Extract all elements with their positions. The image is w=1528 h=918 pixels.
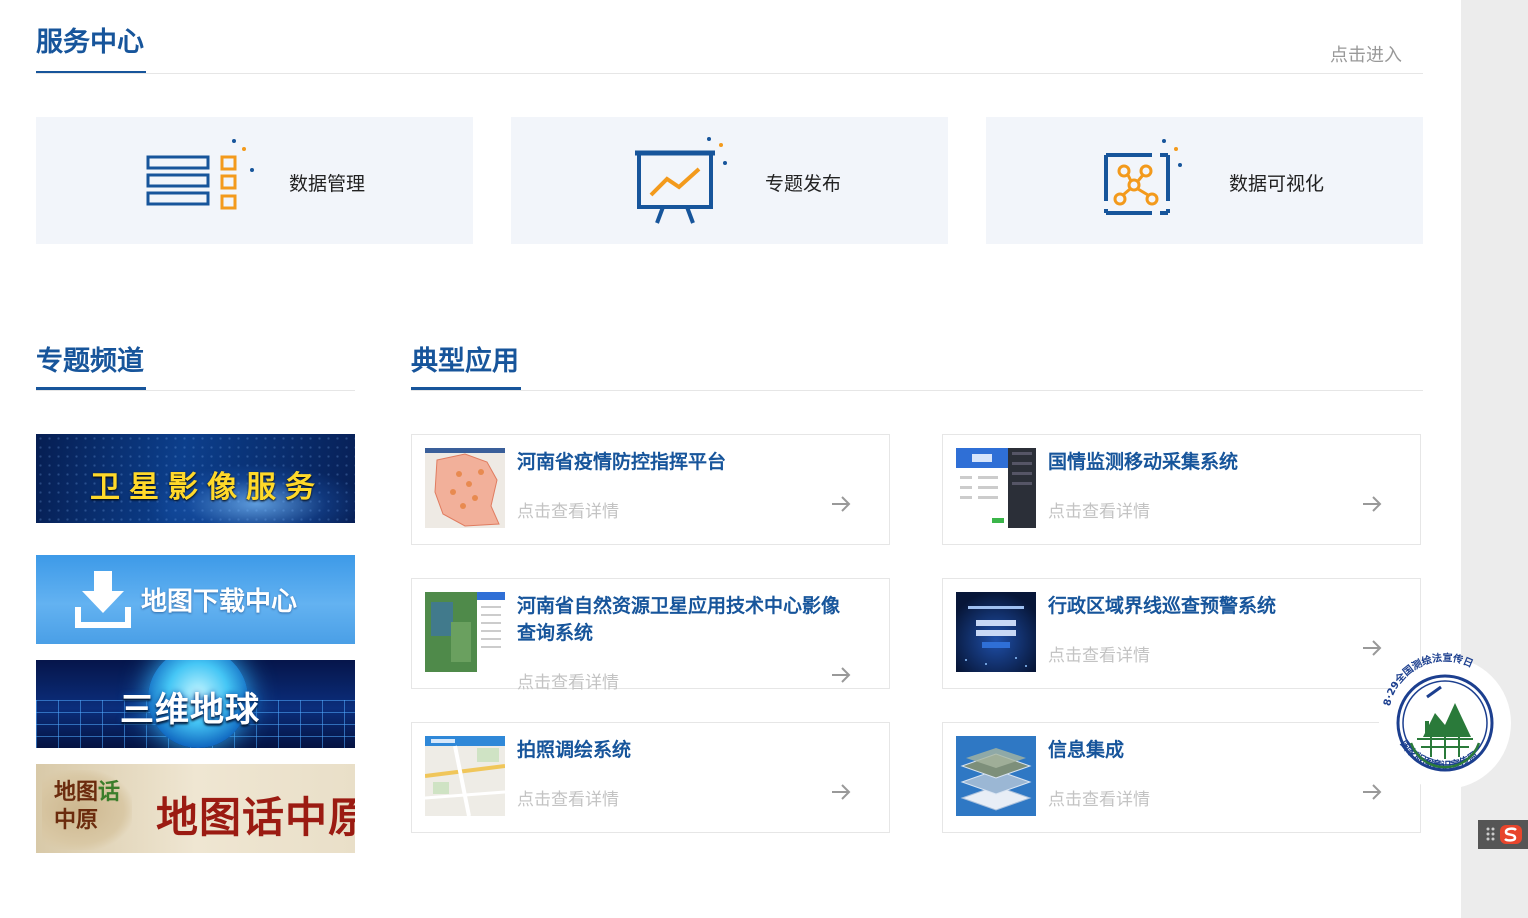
service-card-label: 专题发布 [765, 173, 842, 195]
topic-channel-title: 专题频道 [36, 346, 144, 377]
download-icon [75, 571, 131, 628]
app-title: 信息集成 [1048, 739, 1125, 761]
app-title: 河南省疫情防控指挥平台 [517, 451, 727, 473]
arrow-right-icon[interactable] [830, 493, 852, 515]
view-details-link[interactable]: 点击查看详情 [517, 668, 619, 693]
app-card-epidemic-command[interactable]: 河南省疫情防控指挥平台 点击查看详情 [411, 434, 890, 545]
app-card-photo-survey[interactable]: 拍照调绘系统 点击查看详情 [411, 722, 890, 833]
banner-label: 地图下载中心 [141, 587, 298, 617]
service-card-label: 数据可视化 [1229, 173, 1325, 195]
view-details-link[interactable]: 点击查看详情 [517, 785, 619, 810]
banner-map-download[interactable]: 地图下载中心 [36, 555, 355, 644]
banner-label: 地图话中原 [156, 793, 355, 842]
view-details-link[interactable]: 点击查看详情 [1048, 497, 1150, 522]
surveying-law-day-seal[interactable]: 8·29全国测绘法宣传日 国家版图意识宣传周 [1375, 647, 1515, 793]
banner-map-talk-central-plains[interactable]: 地图话 中原 地图话中原 [36, 764, 355, 853]
service-card-topic-publish[interactable]: 专题发布 [511, 117, 948, 244]
input-method-icon [1486, 825, 1522, 844]
app-card-information-integration[interactable]: 信息集成 点击查看详情 [942, 722, 1421, 833]
app-thumbnail [956, 592, 1036, 672]
service-center-title: 服务中心 [36, 27, 144, 58]
arrow-right-icon[interactable] [1361, 493, 1383, 515]
network-visualization-icon [1104, 139, 1182, 215]
enter-link[interactable]: 点击进入 [1330, 41, 1402, 67]
service-card-data-visualization[interactable]: 数据可视化 [986, 117, 1423, 244]
app-title: 国情监测移动采集系统 [1048, 451, 1239, 473]
banner-small-title: 地图话 中原 [54, 778, 134, 834]
presentation-chart-icon [635, 137, 727, 224]
topic-channel-rule [36, 390, 355, 391]
app-thumbnail [425, 592, 505, 672]
app-thumbnail [425, 736, 505, 816]
typical-apps-rule [411, 390, 1423, 391]
service-card-label: 数据管理 [289, 173, 366, 195]
typical-apps-title: 典型应用 [411, 346, 519, 377]
app-title: 行政区域界线巡查预警系统 [1048, 595, 1277, 617]
arrow-right-icon[interactable] [830, 781, 852, 803]
input-method-toolbar[interactable] [1478, 820, 1528, 849]
banner-3d-globe[interactable]: 三维地球 [36, 660, 355, 748]
app-thumbnail [425, 448, 505, 528]
app-title: 拍照调绘系统 [517, 739, 632, 761]
app-card-boundary-patrol[interactable]: 行政区域界线巡查预警系统 点击查看详情 [942, 578, 1421, 689]
app-thumbnail [956, 736, 1036, 816]
banner-satellite-imagery[interactable]: 卫星影像服务 [36, 434, 355, 523]
app-card-national-monitoring[interactable]: 国情监测移动采集系统 点击查看详情 [942, 434, 1421, 545]
service-center-rule [36, 73, 1423, 74]
view-details-link[interactable]: 点击查看详情 [1048, 641, 1150, 666]
app-title: 河南省自然资源卫星应用技术中心影像查询系统 [517, 595, 841, 644]
banner-small-text: 中原 [54, 807, 99, 833]
banner-small-text: 地图 [54, 779, 99, 805]
arrow-right-icon[interactable] [830, 664, 852, 686]
banner-label: 卫星影像服务 [90, 470, 324, 505]
banner-small-text: 话 [98, 779, 121, 805]
view-details-link[interactable]: 点击查看详情 [1048, 785, 1150, 810]
view-details-link[interactable]: 点击查看详情 [517, 497, 619, 522]
service-card-data-management[interactable]: 数据管理 [36, 117, 473, 244]
banner-label: 三维地球 [120, 690, 260, 730]
data-management-icon [146, 139, 254, 210]
app-card-satellite-image-query[interactable]: 河南省自然资源卫星应用技术中心影像查询系统 点击查看详情 [411, 578, 890, 693]
app-thumbnail [956, 448, 1036, 528]
